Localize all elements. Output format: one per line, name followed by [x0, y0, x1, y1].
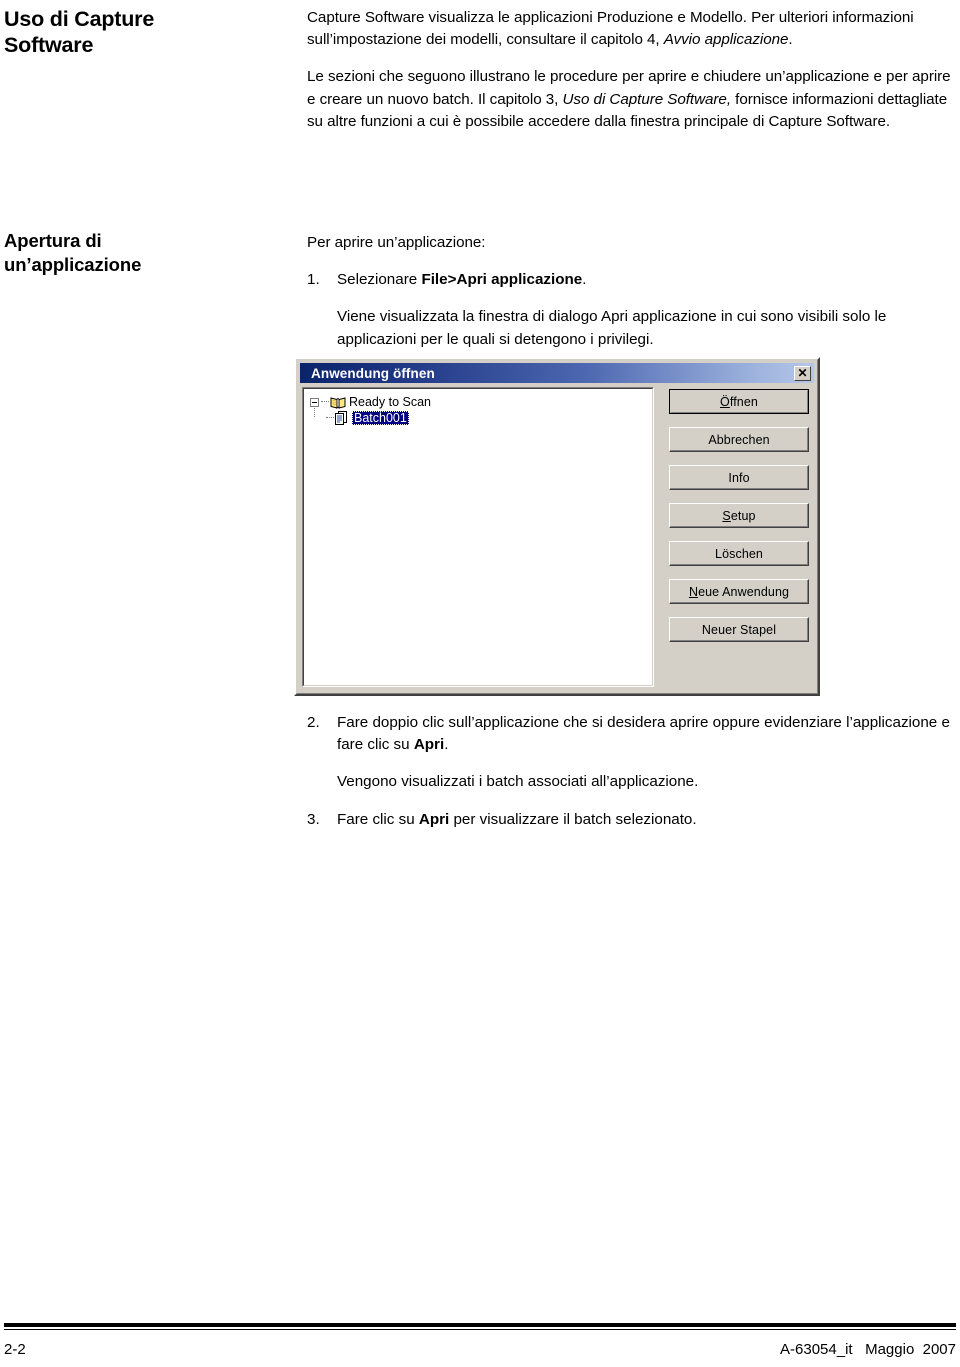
section-title-line1: Apertura di	[4, 230, 102, 251]
delete-button-label: Löschen	[715, 546, 763, 561]
open-button-mnemonic: Ö	[720, 394, 730, 409]
procedure-step-1: 1. Selezionare File>Apri applicazione.	[307, 269, 957, 291]
cancel-button[interactable]: Abbrechen	[669, 427, 809, 452]
setup-button[interactable]: Setup	[669, 503, 809, 528]
close-icon[interactable]: ✕	[794, 365, 811, 381]
tree-item-label: Ready to Scan	[349, 395, 431, 409]
step-3-text-b: per visualizzare il batch selezionato.	[449, 810, 697, 828]
dialog-inner-frame: Anwendung öffnen ✕ Ready to Scan Batch00…	[296, 359, 818, 694]
new-application-button-label-post: eue Anwendung	[698, 584, 790, 599]
new-application-button-label: Neue Anwendung	[689, 585, 789, 599]
tree-item-label-selected: Batch001	[352, 411, 409, 425]
page: Uso di Capture Software Apertura di un’a…	[0, 0, 960, 1367]
step-2-text-bold: Apri	[413, 736, 445, 754]
dialog-titlebar: Anwendung öffnen ✕	[300, 363, 814, 383]
dialog-button-column: Öffnen Abbrechen Info Setup Löschen Neue…	[669, 389, 809, 655]
setup-button-label-post: etup	[730, 508, 756, 523]
new-application-button[interactable]: Neue Anwendung	[669, 579, 809, 604]
procedure-block-top: Per aprire un’applicazione: 1. Seleziona…	[307, 232, 957, 351]
page-title-line1: Uso di Capture	[4, 7, 155, 31]
step-3-text-bold: Apri	[418, 810, 450, 828]
step-3-number: 3.	[307, 810, 320, 828]
tree-dash-icon	[321, 401, 329, 403]
footer-page-number: 2-2	[4, 1341, 26, 1358]
new-application-button-mnemonic: N	[688, 584, 699, 599]
dialog-screenshot: Anwendung öffnen ✕ Ready to Scan Batch00…	[294, 357, 820, 696]
tree-dash-icon-child	[326, 417, 334, 419]
open-button-label-post: ffnen	[729, 394, 758, 409]
intro-p2-italic: Uso di Capture Software,	[562, 90, 732, 108]
intro-block: Capture Software visualizza le applicazi…	[307, 7, 957, 133]
tree-item-batch001[interactable]: Batch001	[326, 411, 409, 425]
step-3-text-a: Fare clic su	[337, 810, 419, 828]
info-button-label: Info	[728, 470, 750, 485]
close-glyph: ✕	[797, 365, 808, 380]
collapse-icon[interactable]	[310, 397, 319, 407]
section-title-line2: un’applicazione	[4, 254, 142, 275]
footer-rule-thin	[4, 1329, 956, 1330]
procedure-step-2: 2. Fare doppio clic sull’applicazione ch…	[307, 712, 957, 756]
intro-paragraph-1: Capture Software visualizza le applicazi…	[307, 7, 957, 51]
page-title: Uso di Capture Software	[4, 6, 290, 58]
step-2-note: Vengono visualizzati i batch associati a…	[337, 773, 699, 791]
procedure-step-3: 3. Fare clic su Apri per visualizzare il…	[307, 809, 957, 831]
cancel-button-label: Abbrechen	[708, 432, 770, 447]
open-button-label: Öffnen	[720, 395, 758, 409]
step-2-number: 2.	[307, 714, 320, 731]
tree-item-ready-to-scan[interactable]: Ready to Scan	[310, 395, 431, 409]
intro-p1-text-a: Capture Software visualizza le applicazi…	[307, 9, 914, 49]
step-2-text-b: .	[444, 736, 449, 754]
setup-button-label: Setup	[722, 509, 755, 523]
open-button[interactable]: Öffnen	[669, 389, 809, 414]
step-1-note: Viene visualizzata la finestra di dialog…	[337, 308, 887, 348]
open-book-icon	[330, 396, 346, 409]
intro-paragraph-2: Le sezioni che seguono illustrano le pro…	[307, 66, 957, 133]
step-1-text-b: .	[582, 271, 587, 289]
open-application-dialog: Anwendung öffnen ✕ Ready to Scan Batch00…	[294, 357, 820, 696]
dialog-title: Anwendung öffnen	[311, 365, 435, 381]
footer-rule-thick	[4, 1323, 956, 1327]
step-1-number: 1.	[307, 271, 320, 289]
application-tree[interactable]: Ready to Scan Batch001	[303, 388, 653, 686]
new-batch-button[interactable]: Neuer Stapel	[669, 617, 809, 642]
section-title: Apertura di un’applicazione	[4, 229, 290, 277]
intro-p1-text-b: .	[788, 31, 793, 49]
procedure-block-bottom: 2. Fare doppio clic sull’applicazione ch…	[307, 712, 957, 831]
footer-doc-code: A-63054_it Maggio 2007	[780, 1341, 956, 1358]
setup-button-mnemonic: S	[722, 508, 731, 523]
step-1-text-a: Selezionare	[337, 271, 422, 289]
application-tree-pane[interactable]: Ready to Scan Batch001	[302, 387, 654, 687]
page-title-line2: Software	[4, 33, 94, 57]
delete-button[interactable]: Löschen	[669, 541, 809, 566]
document-icon	[335, 411, 348, 425]
intro-p1-italic: Avvio applicazione	[663, 31, 789, 49]
info-button[interactable]: Info	[669, 465, 809, 490]
procedure-lead-in: Per aprire un’applicazione:	[307, 234, 486, 251]
new-batch-button-label: Neuer Stapel	[701, 622, 777, 637]
step-1-text-bold: File>Apri applicazione	[421, 271, 583, 289]
